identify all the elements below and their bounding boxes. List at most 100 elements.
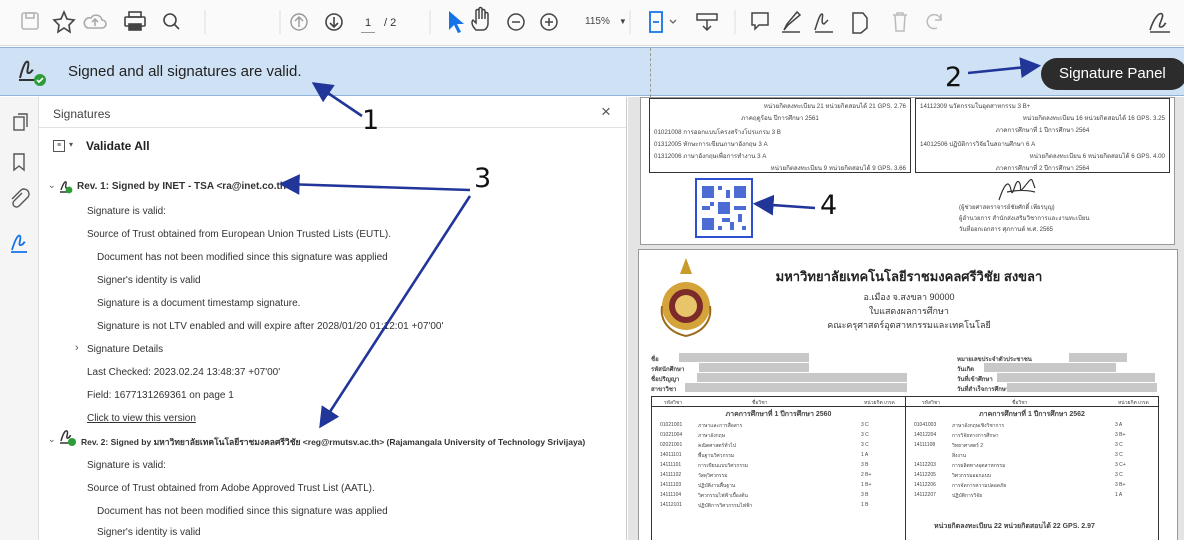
- table-cell: 3 B+: [1115, 432, 1126, 438]
- table-row: 14112203 การผลิตทางอุตสาหกรรม 3 C+: [910, 461, 1154, 471]
- table-cell: 3 C+: [1115, 462, 1126, 468]
- table-cell: ภาษาอังกฤษ: [698, 433, 726, 439]
- cloud-upload-icon[interactable]: [83, 14, 107, 29]
- qr-code-icon: [702, 186, 746, 230]
- validate-menu-icon[interactable]: ≡: [53, 140, 65, 152]
- rev2-item: Source of Trust obtained from Adobe Appr…: [87, 483, 375, 494]
- zoom-out-icon[interactable]: [507, 13, 525, 31]
- table-cell: ภาษาอังกฤษเชิงวิชาการ: [952, 423, 1005, 429]
- table-row: 14112207 ปฏิบัติการวิจัย 1 A: [910, 491, 1154, 501]
- print-icon[interactable]: [124, 11, 146, 31]
- table-cell: คณิตศาสตร์ทั่วไป: [698, 443, 736, 449]
- zoom-in-icon[interactable]: [540, 13, 558, 31]
- course-line: 14112309 นวัตกรรมในอุตสาหกรรม 3 B+: [920, 103, 1031, 110]
- close-icon[interactable]: ×: [601, 102, 611, 122]
- course-line: 14012506 ปฏิบัติการวิจัยในสถานศึกษา 6 A: [920, 141, 1036, 148]
- zoom-value: 115%: [585, 16, 610, 27]
- table-cell: 14112206: [914, 482, 936, 488]
- table-cell: สิ่งงาน: [952, 453, 967, 459]
- scroll-mode-icon[interactable]: [696, 13, 718, 32]
- pointer-icon[interactable]: [449, 11, 464, 33]
- table-cell: 14111102: [660, 472, 682, 478]
- rev2-chevron-icon[interactable]: ⌄: [48, 434, 56, 445]
- redacted-entry-date: [997, 373, 1155, 382]
- qr-code[interactable]: [695, 178, 753, 238]
- column-header: รหัสวิชา: [664, 400, 683, 406]
- table-cell: 3 B: [861, 492, 869, 498]
- rev1-item: Source of Trust obtained from European U…: [87, 229, 392, 240]
- sign-icon[interactable]: [814, 13, 833, 33]
- pages-icon[interactable]: [13, 113, 28, 131]
- page-down-icon[interactable]: [325, 13, 343, 31]
- star-icon[interactable]: [52, 9, 76, 34]
- table-cell: 14112207: [914, 492, 936, 498]
- table-cell: การจัดการความปลอดภัย: [952, 483, 1007, 489]
- table-cell: วิทยาศาสตร์ 2: [952, 443, 983, 449]
- delete-icon[interactable]: [893, 12, 907, 32]
- page-total: / 2: [384, 17, 397, 29]
- rev1-item: Document has not been modified since thi…: [97, 252, 388, 263]
- details-chevron-icon[interactable]: ›: [75, 342, 79, 354]
- table-row: 14012204 การวิจัยทางการศึกษา 3 B+: [910, 431, 1154, 441]
- table-cell: 14012204: [914, 432, 937, 438]
- university-seal: [660, 258, 712, 338]
- field-label: รหัสนักศึกษา: [651, 367, 685, 373]
- semester-line: ภาคการศึกษาที่ 1 ปีการศึกษา 2564: [995, 127, 1090, 134]
- table-row: 14111102 วัสดุวิศวกรรม 2 B+: [656, 471, 901, 481]
- column-header: หน่วยกิต เกรด: [864, 400, 895, 406]
- semester-heading: ภาคการศึกษาที่ 1 ปีการศึกษา 2562: [979, 411, 1085, 418]
- banner-divider: [650, 48, 651, 97]
- table-cell: 1 B+: [861, 482, 872, 488]
- course-line: 01312005 ทักษะการเขียนภาษาอังกฤษ 3 A: [654, 141, 768, 148]
- signer-role: ผู้อำนวยการ สำนักส่งเสริมวิชาการและงานทะ…: [959, 216, 1090, 222]
- rev2-title[interactable]: Rev. 2: Signed by มหาวิทยาลัยเทคโนโลยีรา…: [81, 435, 585, 449]
- page-number-input[interactable]: 1: [361, 17, 375, 33]
- rev2-item: Signature is valid:: [87, 460, 166, 471]
- panel-title: Signatures: [53, 107, 111, 121]
- table-cell: 3 C: [861, 432, 869, 438]
- save-icon[interactable]: [21, 12, 39, 30]
- table-row: 14111104 วิศวกรรมไฟฟ้าเบื้องต้น 3 B: [656, 491, 901, 501]
- bookmark-icon[interactable]: [13, 153, 25, 172]
- signature-details-toggle[interactable]: Signature Details: [87, 344, 163, 355]
- semester-summary: หน่วยกิตลงทะเบียน 22 หน่วยกิตสอบได้ 22 G…: [934, 523, 1095, 530]
- zoom-select[interactable]: 115% ▼: [585, 16, 633, 32]
- column-header: หน่วยกิต เกรด: [1118, 400, 1149, 406]
- rev1-chevron-icon[interactable]: ⌄: [48, 180, 56, 191]
- pdf-page-2: มหาวิทยาลัยเทคโนโลยีราชมงคลศรีวิชัย สงขล…: [638, 249, 1178, 540]
- table-cell: วิศวกรรมไฟฟ้าเบื้องต้น: [698, 493, 748, 499]
- rev1-item: Signature is not LTV enabled and will ex…: [97, 321, 444, 332]
- signatures-panel-icon[interactable]: [11, 234, 27, 253]
- table-cell: 3 C: [1115, 472, 1123, 478]
- signature-tool-icon[interactable]: [1149, 12, 1170, 33]
- comment-icon[interactable]: [751, 12, 769, 31]
- hand-icon[interactable]: [471, 6, 489, 31]
- table-cell: 14111101: [660, 462, 682, 468]
- timestamp-signature-icon: [60, 181, 73, 194]
- validate-chevron-icon[interactable]: ▾: [69, 140, 73, 149]
- table-cell: วัสดุวิศวกรรม: [698, 473, 728, 479]
- banner-message: Signed and all signatures are valid.: [68, 63, 302, 80]
- page-up-icon[interactable]: [290, 13, 308, 31]
- redo-icon[interactable]: [926, 13, 942, 30]
- left-rail: [0, 97, 39, 540]
- attachment-icon[interactable]: [11, 188, 30, 208]
- table-cell: 3 B: [861, 462, 869, 468]
- table-row: 14111103 ปฏิบัติงานพื้นฐาน 1 B+: [656, 481, 901, 491]
- zoom-search-icon[interactable]: [163, 13, 180, 30]
- course-line: 01312006 ภาษาอังกฤษเพื่อการทำงาน 3 A: [654, 153, 767, 160]
- highlight-pen-icon[interactable]: [782, 10, 802, 33]
- table-cell: 01041003: [914, 422, 937, 428]
- signature-panel-button[interactable]: Signature Panel: [1041, 58, 1184, 90]
- table-row: 14111101 การเขียนแบบวิศวกรรม 3 B: [656, 461, 901, 471]
- view-version-link[interactable]: Click to view this version: [87, 413, 196, 424]
- rev1-item: Signature is a document timestamp signat…: [97, 298, 301, 309]
- fit-page-icon[interactable]: [649, 11, 677, 33]
- semester-line: ภาคการศึกษาที่ 2 ปีการศึกษา 2564: [995, 165, 1090, 172]
- table-cell: 1 A: [861, 452, 869, 458]
- table-row: 02021001 คณิตศาสตร์ทั่วไป 3 C: [656, 441, 901, 451]
- annotation-label-1: 1: [362, 105, 380, 136]
- validate-all-button[interactable]: Validate All: [86, 139, 150, 153]
- stamp-icon[interactable]: [852, 12, 868, 34]
- rev1-title[interactable]: Rev. 1: Signed by INET - TSA <ra@inet.co…: [77, 181, 292, 192]
